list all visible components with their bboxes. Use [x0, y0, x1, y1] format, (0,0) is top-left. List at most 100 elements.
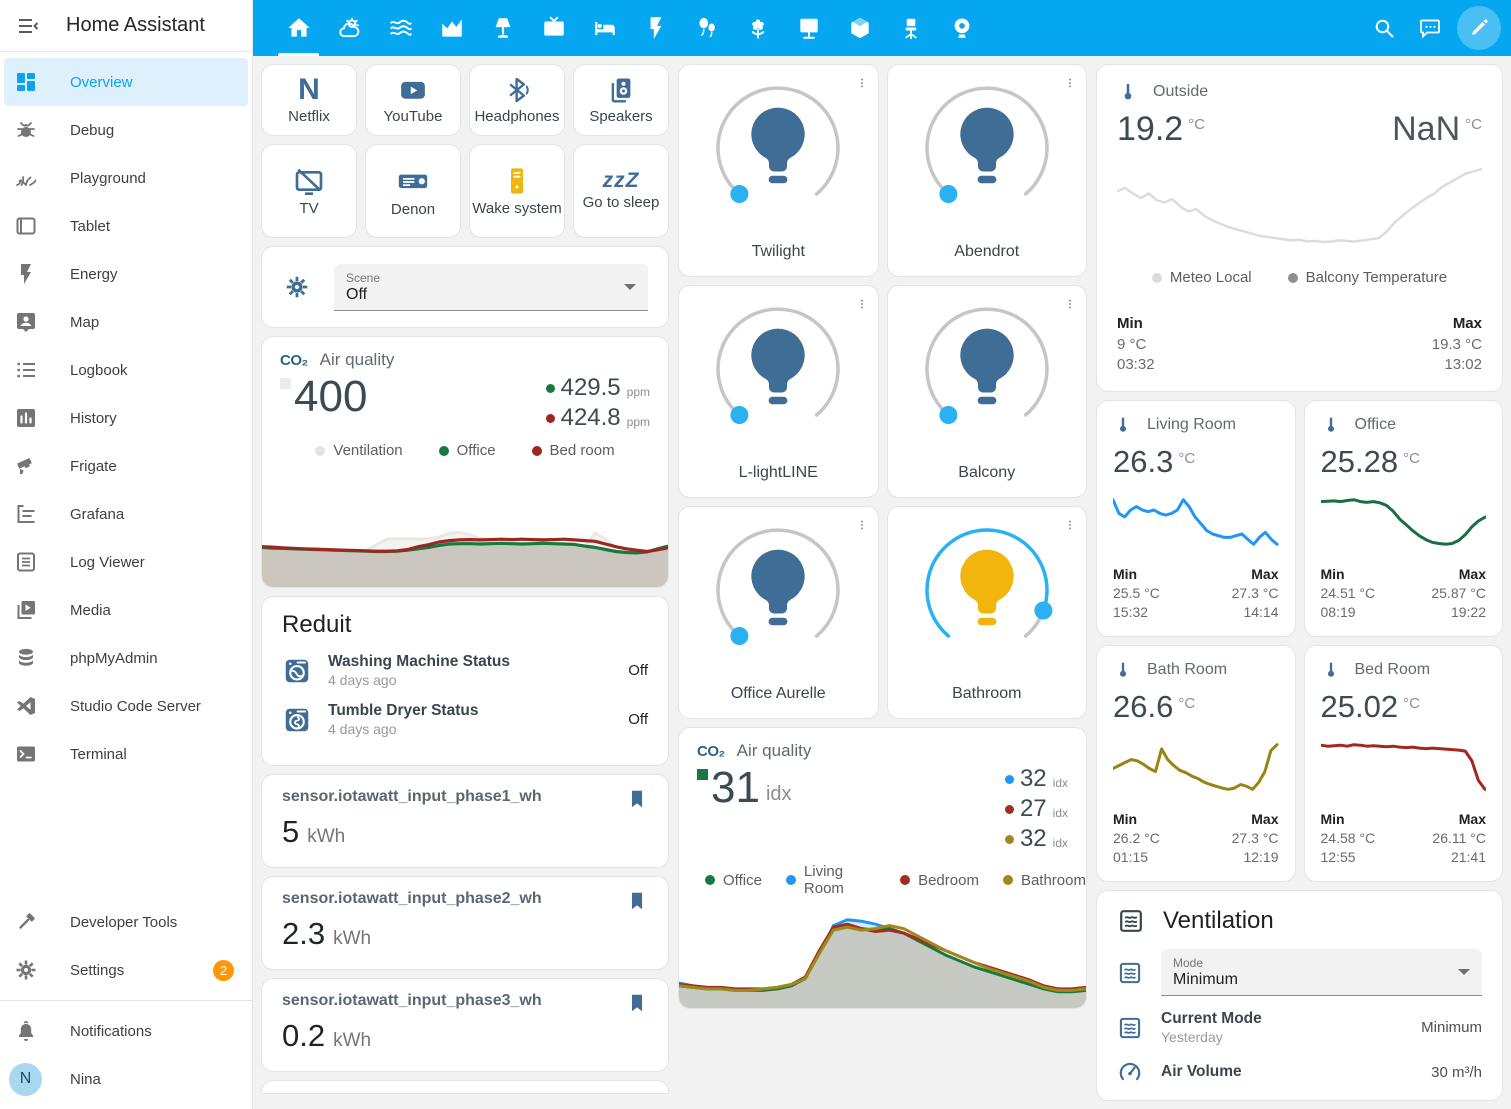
ventilation-mode-select[interactable]: Mode Minimum: [1161, 949, 1482, 996]
air-quality-co2-card[interactable]: CO₂ Air quality 400 429.5ppm 424.8ppm Ve…: [261, 336, 669, 588]
current-mode-row[interactable]: Current ModeYesterday Minimum: [1117, 1010, 1482, 1045]
sidebar-item-grafana[interactable]: Grafana: [4, 490, 248, 538]
legend-bathroom: Bathroom: [1003, 863, 1086, 897]
brightness-dial[interactable]: [912, 294, 1062, 444]
sidebar-item-log-viewer[interactable]: Log Viewer: [4, 538, 248, 586]
tab-weather[interactable]: [324, 0, 375, 56]
tab-pool[interactable]: [375, 0, 426, 56]
more-menu-icon[interactable]: [1060, 515, 1080, 535]
sidebar-item-terminal[interactable]: Terminal: [4, 730, 248, 778]
brightness-dial[interactable]: [703, 294, 853, 444]
entity-name: sensor.iotawatt_input_phase3_wh: [282, 992, 542, 1010]
search-button[interactable]: [1361, 5, 1407, 51]
sidebar-item-profile[interactable]: NNina: [4, 1055, 248, 1103]
wake-system-button[interactable]: Wake system: [469, 144, 565, 238]
tab-sensors[interactable]: [426, 0, 477, 56]
tab-air[interactable]: [681, 0, 732, 56]
tab-office[interactable]: [885, 0, 936, 56]
sidebar-item-settings[interactable]: Settings2: [4, 946, 248, 994]
tab-desktop[interactable]: [783, 0, 834, 56]
sidebar-item-overview[interactable]: Overview: [4, 58, 248, 106]
pencil-icon: [1468, 17, 1490, 39]
chart-icon: [439, 15, 465, 41]
min-stat: Min24.58 °C12:55: [1321, 810, 1376, 867]
assist-button[interactable]: [1407, 5, 1453, 51]
sensor-phase2-card[interactable]: sensor.iotawatt_input_phase2_wh 2.3kWh: [261, 876, 669, 970]
av-receiver-icon: [396, 164, 430, 198]
more-menu-icon[interactable]: [852, 294, 872, 314]
denon-button[interactable]: Denon: [365, 144, 461, 238]
sidebar-item-phpmyadmin[interactable]: phpMyAdmin: [4, 634, 248, 682]
ventilation-card: Ventilation Mode Minimum Current ModeYes…: [1096, 890, 1503, 1101]
brightness-dial[interactable]: [703, 515, 853, 665]
scene-select[interactable]: Scene Off: [334, 264, 648, 311]
office-card[interactable]: Office 25.28°C Min24.51 °C08:19 Max25.87…: [1304, 400, 1504, 637]
bath-room-card[interactable]: Bath Room 26.6°C Min26.2 °C01:15 Max27.3…: [1096, 645, 1296, 882]
speakers-button[interactable]: Speakers: [573, 64, 669, 136]
divider: [0, 1000, 252, 1001]
youtube-button[interactable]: YouTube: [365, 64, 461, 136]
edit-dashboard-button[interactable]: [1457, 6, 1501, 50]
sensor-phase3-card[interactable]: sensor.iotawatt_input_phase3_wh 0.2kWh: [261, 978, 669, 1072]
tab-cameras[interactable]: [936, 0, 987, 56]
air-quality-index-card[interactable]: CO₂ Air quality 31 idx 32idx 27idx 32idx: [678, 727, 1087, 1009]
room-temp: 26.3°C: [1113, 445, 1279, 479]
tab-3d-printer[interactable]: [834, 0, 885, 56]
legend-meteo-local: Meteo Local: [1152, 269, 1252, 286]
tab-lights[interactable]: [477, 0, 528, 56]
sidebar-item-media[interactable]: Media: [4, 586, 248, 634]
min-stat: Min26.2 °C01:15: [1113, 810, 1160, 867]
living-room-card[interactable]: Living Room 26.3°C Min25.5 °C15:32 Max27…: [1096, 400, 1296, 637]
co2-icon: CO₂: [280, 352, 308, 369]
brightness-dial[interactable]: [703, 73, 853, 223]
main-area: NNetflix YouTube Headphones Speakers TV …: [253, 0, 1511, 1109]
idx-history-chart: [679, 908, 1086, 1008]
sidebar-item-energy[interactable]: Energy: [4, 250, 248, 298]
sidebar-item-logbook[interactable]: Logbook: [4, 346, 248, 394]
tab-home[interactable]: [273, 0, 324, 56]
air-volume-row[interactable]: Air Volume 30 m³/h: [1117, 1059, 1482, 1085]
more-menu-icon[interactable]: [852, 515, 872, 535]
list-icon: [14, 358, 38, 382]
tv-off-icon: [293, 165, 325, 197]
room-history-chart: [1113, 738, 1279, 796]
sidebar-item-debug[interactable]: Debug: [4, 106, 248, 154]
air-volume-value: 30 m³/h: [1431, 1064, 1482, 1081]
menu-open-icon[interactable]: [16, 14, 40, 38]
tumble-dryer-row[interactable]: Tumble Dryer Status4 days ago Off: [282, 702, 648, 737]
go-to-sleep-button[interactable]: zzZGo to sleep: [573, 144, 669, 238]
netflix-button[interactable]: NNetflix: [261, 64, 357, 136]
headphones-button[interactable]: Headphones: [469, 64, 565, 136]
sidebar-item-developer-tools[interactable]: Developer Tools: [4, 898, 248, 946]
legend-ventilation: Ventilation: [315, 442, 402, 459]
sidebar-item-history[interactable]: History: [4, 394, 248, 442]
light-card-abendrot: Abendrot: [887, 64, 1088, 277]
tab-energy[interactable]: [630, 0, 681, 56]
card-title: Air quality: [320, 350, 395, 370]
legend-office: Office: [439, 442, 496, 459]
bed-room-card[interactable]: Bed Room 25.02°C Min24.58 °C12:55 Max26.…: [1304, 645, 1504, 882]
sidebar-item-studio-code-server[interactable]: Studio Code Server: [4, 682, 248, 730]
more-menu-icon[interactable]: [852, 73, 872, 93]
topbar: [253, 0, 1511, 56]
sensor-phase1-card[interactable]: sensor.iotawatt_input_phase1_wh 5kWh: [261, 774, 669, 868]
sidebar-item-frigate[interactable]: Frigate: [4, 442, 248, 490]
light-name: Bathroom: [952, 685, 1021, 703]
tab-plants[interactable]: [732, 0, 783, 56]
washing-machine-row[interactable]: Washing Machine Status4 days ago Off: [282, 653, 648, 688]
tab-bedroom[interactable]: [579, 0, 630, 56]
sidebar-item-notifications[interactable]: Notifications: [4, 1007, 248, 1055]
brightness-dial[interactable]: [912, 73, 1062, 223]
brightness-dial[interactable]: [912, 515, 1062, 665]
light-name: Twilight: [752, 243, 805, 261]
tv-button[interactable]: TV: [261, 144, 357, 238]
sidebar-item-map[interactable]: Map: [4, 298, 248, 346]
sidebar-item-tablet[interactable]: Tablet: [4, 202, 248, 250]
more-menu-icon[interactable]: [1060, 294, 1080, 314]
sidebar-item-playground[interactable]: Playground: [4, 154, 248, 202]
tab-media[interactable]: [528, 0, 579, 56]
outside-temperature-card[interactable]: Outside 19.2°C NaN°C Meteo Local Balcony…: [1096, 64, 1503, 392]
more-menu-icon[interactable]: [1060, 73, 1080, 93]
card-title: Reduit: [282, 611, 648, 639]
sleep-icon: zzZ: [603, 170, 640, 191]
